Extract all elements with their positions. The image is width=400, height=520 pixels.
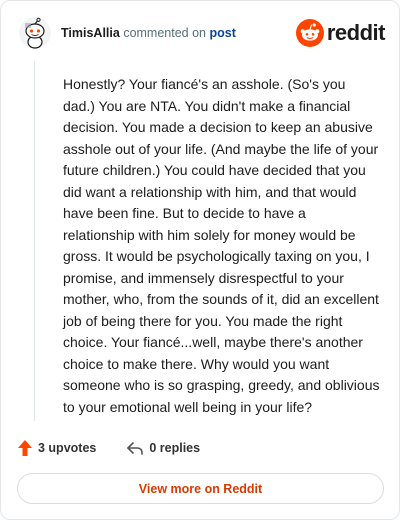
snoo-avatar-icon: [19, 17, 51, 49]
comment-header: TimisAllia commented on post reddit: [17, 15, 386, 51]
upvote-arrow-icon: [18, 440, 32, 456]
reply-count: 0 replies: [149, 441, 201, 455]
view-more-button[interactable]: View more on Reddit: [17, 473, 384, 504]
comment-embed-card: TimisAllia commented on post reddit Hone…: [0, 0, 400, 520]
user-avatar[interactable]: [19, 17, 51, 49]
comment-body: Honestly? Your fiancé's an asshole. (So'…: [63, 76, 380, 415]
reddit-brand[interactable]: reddit: [295, 19, 386, 47]
reply-button[interactable]: 0 replies: [126, 440, 200, 456]
comment-byline: TimisAllia commented on post: [61, 26, 236, 40]
upvote-button[interactable]: 3 upvotes: [17, 439, 96, 457]
reply-arrow-icon: [127, 442, 144, 455]
reddit-snoo-icon: [295, 19, 324, 47]
thread-line: [34, 61, 35, 421]
reddit-wordmark: reddit: [326, 20, 386, 45]
author-name[interactable]: TimisAllia: [61, 26, 120, 40]
action-text: commented on: [123, 26, 206, 40]
comment-actions: 3 upvotes 0 replies: [17, 437, 200, 459]
post-link[interactable]: post: [209, 26, 235, 40]
upvote-count: 3 upvotes: [38, 441, 97, 455]
